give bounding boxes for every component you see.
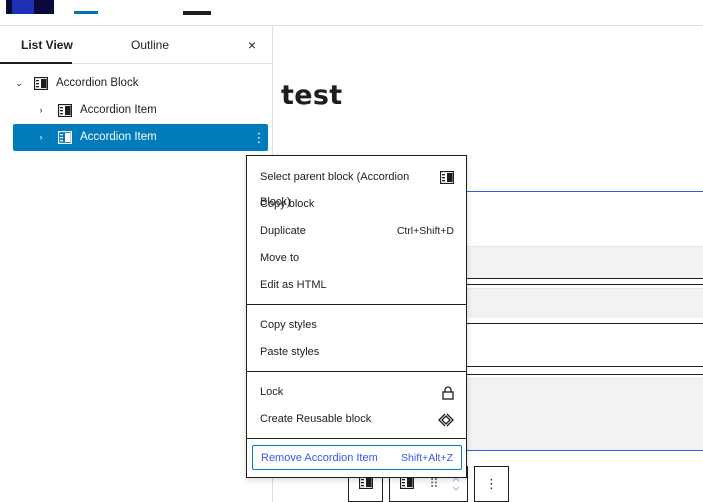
accordion-item-header[interactable] [463, 246, 703, 278]
block-icon [399, 475, 414, 492]
block-icon [58, 131, 72, 144]
block-outline-top [463, 191, 703, 192]
menu-item-shortcut: Ctrl+Shift+D [396, 225, 454, 237]
menu-item-label: Duplicate [260, 225, 306, 237]
block-icon [440, 165, 454, 190]
menu-item-label: Copy styles [260, 319, 317, 331]
chevron-right-icon[interactable]: › [36, 124, 46, 151]
top-toolbar [0, 0, 703, 26]
list-view-sidebar: List View Outline × ⌄ Accordion Block › … [0, 26, 273, 502]
tab-outline[interactable]: Outline [131, 26, 169, 64]
menu-item-copy-styles[interactable]: Copy styles [252, 313, 462, 338]
list-item-accordion-item-selected[interactable]: › Accordion Item ⋮ [13, 124, 268, 151]
menu-item-paste-styles[interactable]: Paste styles [252, 340, 462, 365]
list-item-accordion-item[interactable]: › Accordion Item [36, 97, 269, 124]
menu-separator [247, 438, 466, 439]
menu-item-select-parent[interactable]: Select parent block (Accordion Block) [252, 165, 462, 208]
divider [463, 278, 703, 279]
menu-item-remove-block[interactable]: Remove Accordion Item Shift+Alt+Z [252, 445, 462, 470]
more-options-icon[interactable]: ⋮ [475, 467, 508, 501]
block-outline-bottom [463, 450, 703, 451]
menu-item-lock[interactable]: Lock [252, 380, 462, 405]
more-options-icon[interactable]: ⋮ [250, 124, 268, 151]
menu-item-move-to[interactable]: Move to [252, 246, 462, 271]
list-item-label: Accordion Item [80, 104, 157, 116]
list-item-label: Accordion Item [80, 131, 157, 143]
tab-outline-label: Outline [131, 38, 170, 52]
block-icon [58, 104, 72, 117]
reusable-block-icon [438, 407, 454, 432]
divider [463, 366, 703, 367]
chevron-down-icon[interactable]: ⌄ [14, 70, 24, 97]
menu-item-label: Paste styles [260, 346, 320, 358]
menu-item-label: Remove Accordion Item [261, 452, 378, 464]
menu-separator [247, 304, 466, 305]
menu-separator [247, 371, 466, 372]
close-icon[interactable]: × [243, 36, 261, 54]
divider [463, 374, 703, 375]
page-title[interactable]: test [281, 80, 342, 111]
sidebar-tabs: List View Outline × [0, 26, 272, 64]
chevron-right-icon[interactable]: › [36, 97, 46, 124]
tool-indicator [183, 11, 211, 15]
toolbar-group-options: ⋮ [474, 466, 509, 502]
menu-item-label: Lock [260, 386, 284, 398]
accordion-item-header[interactable] [463, 288, 703, 318]
divider [463, 323, 703, 324]
menu-item-create-reusable[interactable]: Create Reusable block [252, 407, 462, 432]
divider [463, 284, 703, 285]
accordion-item-selected[interactable] [463, 378, 703, 450]
block-options-menu: Select parent block (Accordion Block) Co… [246, 155, 467, 478]
menu-item-copy-block[interactable]: Copy block [252, 192, 462, 217]
block-icon [358, 475, 373, 492]
menu-item-label: Copy block [260, 198, 315, 210]
site-logo[interactable] [6, 0, 54, 14]
menu-item-label: Edit as HTML [260, 279, 327, 291]
block-icon [34, 77, 48, 90]
active-tool-indicator [74, 11, 98, 14]
list-item-label: Accordion Block [56, 77, 139, 89]
menu-item-label: Create Reusable block [260, 413, 372, 425]
active-tab-indicator [0, 62, 72, 64]
list-item-accordion-block[interactable]: ⌄ Accordion Block [14, 70, 269, 97]
tab-list-view-label: List View [21, 38, 73, 52]
menu-item-label: Select parent block (Accordion Block) [260, 171, 410, 208]
menu-item-shortcut: Shift+Alt+Z [401, 452, 453, 464]
tab-list-view[interactable]: List View [21, 26, 73, 64]
lock-icon [442, 380, 454, 405]
menu-item-edit-as-html[interactable]: Edit as HTML [252, 273, 462, 298]
menu-item-label: Move to [260, 252, 300, 264]
menu-item-duplicate[interactable]: Duplicate Ctrl+Shift+D [252, 219, 462, 244]
